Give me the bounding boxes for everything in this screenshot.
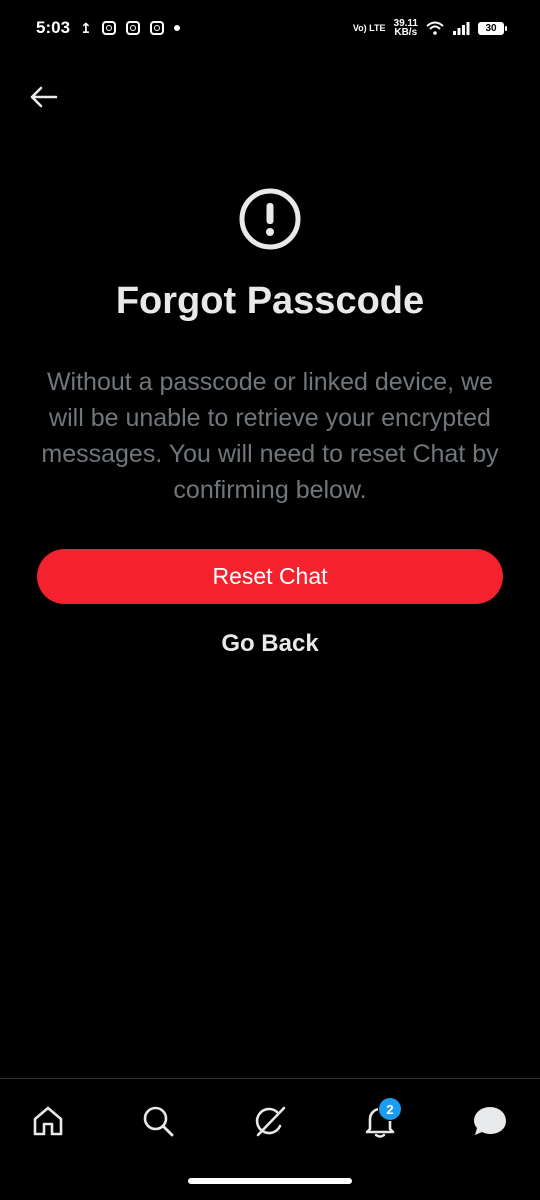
upload-icon: ↥	[80, 19, 92, 36]
exclamation-circle-icon	[239, 188, 301, 250]
wifi-icon	[426, 21, 444, 35]
nav-home[interactable]	[28, 1101, 68, 1141]
network-type-label: Vo) LTE	[352, 22, 386, 33]
home-icon	[33, 1106, 63, 1136]
network-speed: 39.11 KB/s	[394, 19, 418, 38]
grok-icon	[255, 1106, 286, 1137]
status-left: 5:03 ↥	[36, 18, 180, 38]
instagram-notification-icon	[101, 21, 116, 35]
reset-chat-button[interactable]: Reset Chat	[37, 549, 503, 604]
network-speed-unit: KB/s	[394, 27, 418, 38]
signal-icon	[453, 22, 470, 35]
page-description: Without a passcode or linked device, we …	[41, 368, 499, 504]
nav-messages[interactable]	[470, 1101, 510, 1141]
status-bar: 5:03 ↥ Vo) LTE 39.11 KB/s 30	[0, 0, 540, 56]
more-notifications-dot-icon	[173, 25, 180, 31]
battery-icon: 30	[478, 21, 507, 35]
nav-search[interactable]	[138, 1101, 178, 1141]
search-icon	[143, 1106, 174, 1137]
nav-grok[interactable]	[250, 1101, 290, 1141]
instagram-notification-icon	[125, 21, 140, 35]
page-title: Forgot Passcode	[115, 280, 425, 322]
home-indicator[interactable]	[188, 1178, 352, 1184]
status-right: Vo) LTE 39.11 KB/s 30	[352, 19, 507, 38]
instagram-notification-icon	[149, 21, 164, 35]
notification-count-badge: 2	[378, 1097, 402, 1121]
chat-bubble-icon	[474, 1107, 506, 1135]
back-button[interactable]	[26, 80, 60, 114]
status-time: 5:03	[36, 18, 71, 37]
arrow-left-icon	[30, 86, 58, 108]
nav-notifications[interactable]: 2	[360, 1097, 402, 1141]
go-back-button[interactable]: Go Back	[170, 622, 370, 666]
